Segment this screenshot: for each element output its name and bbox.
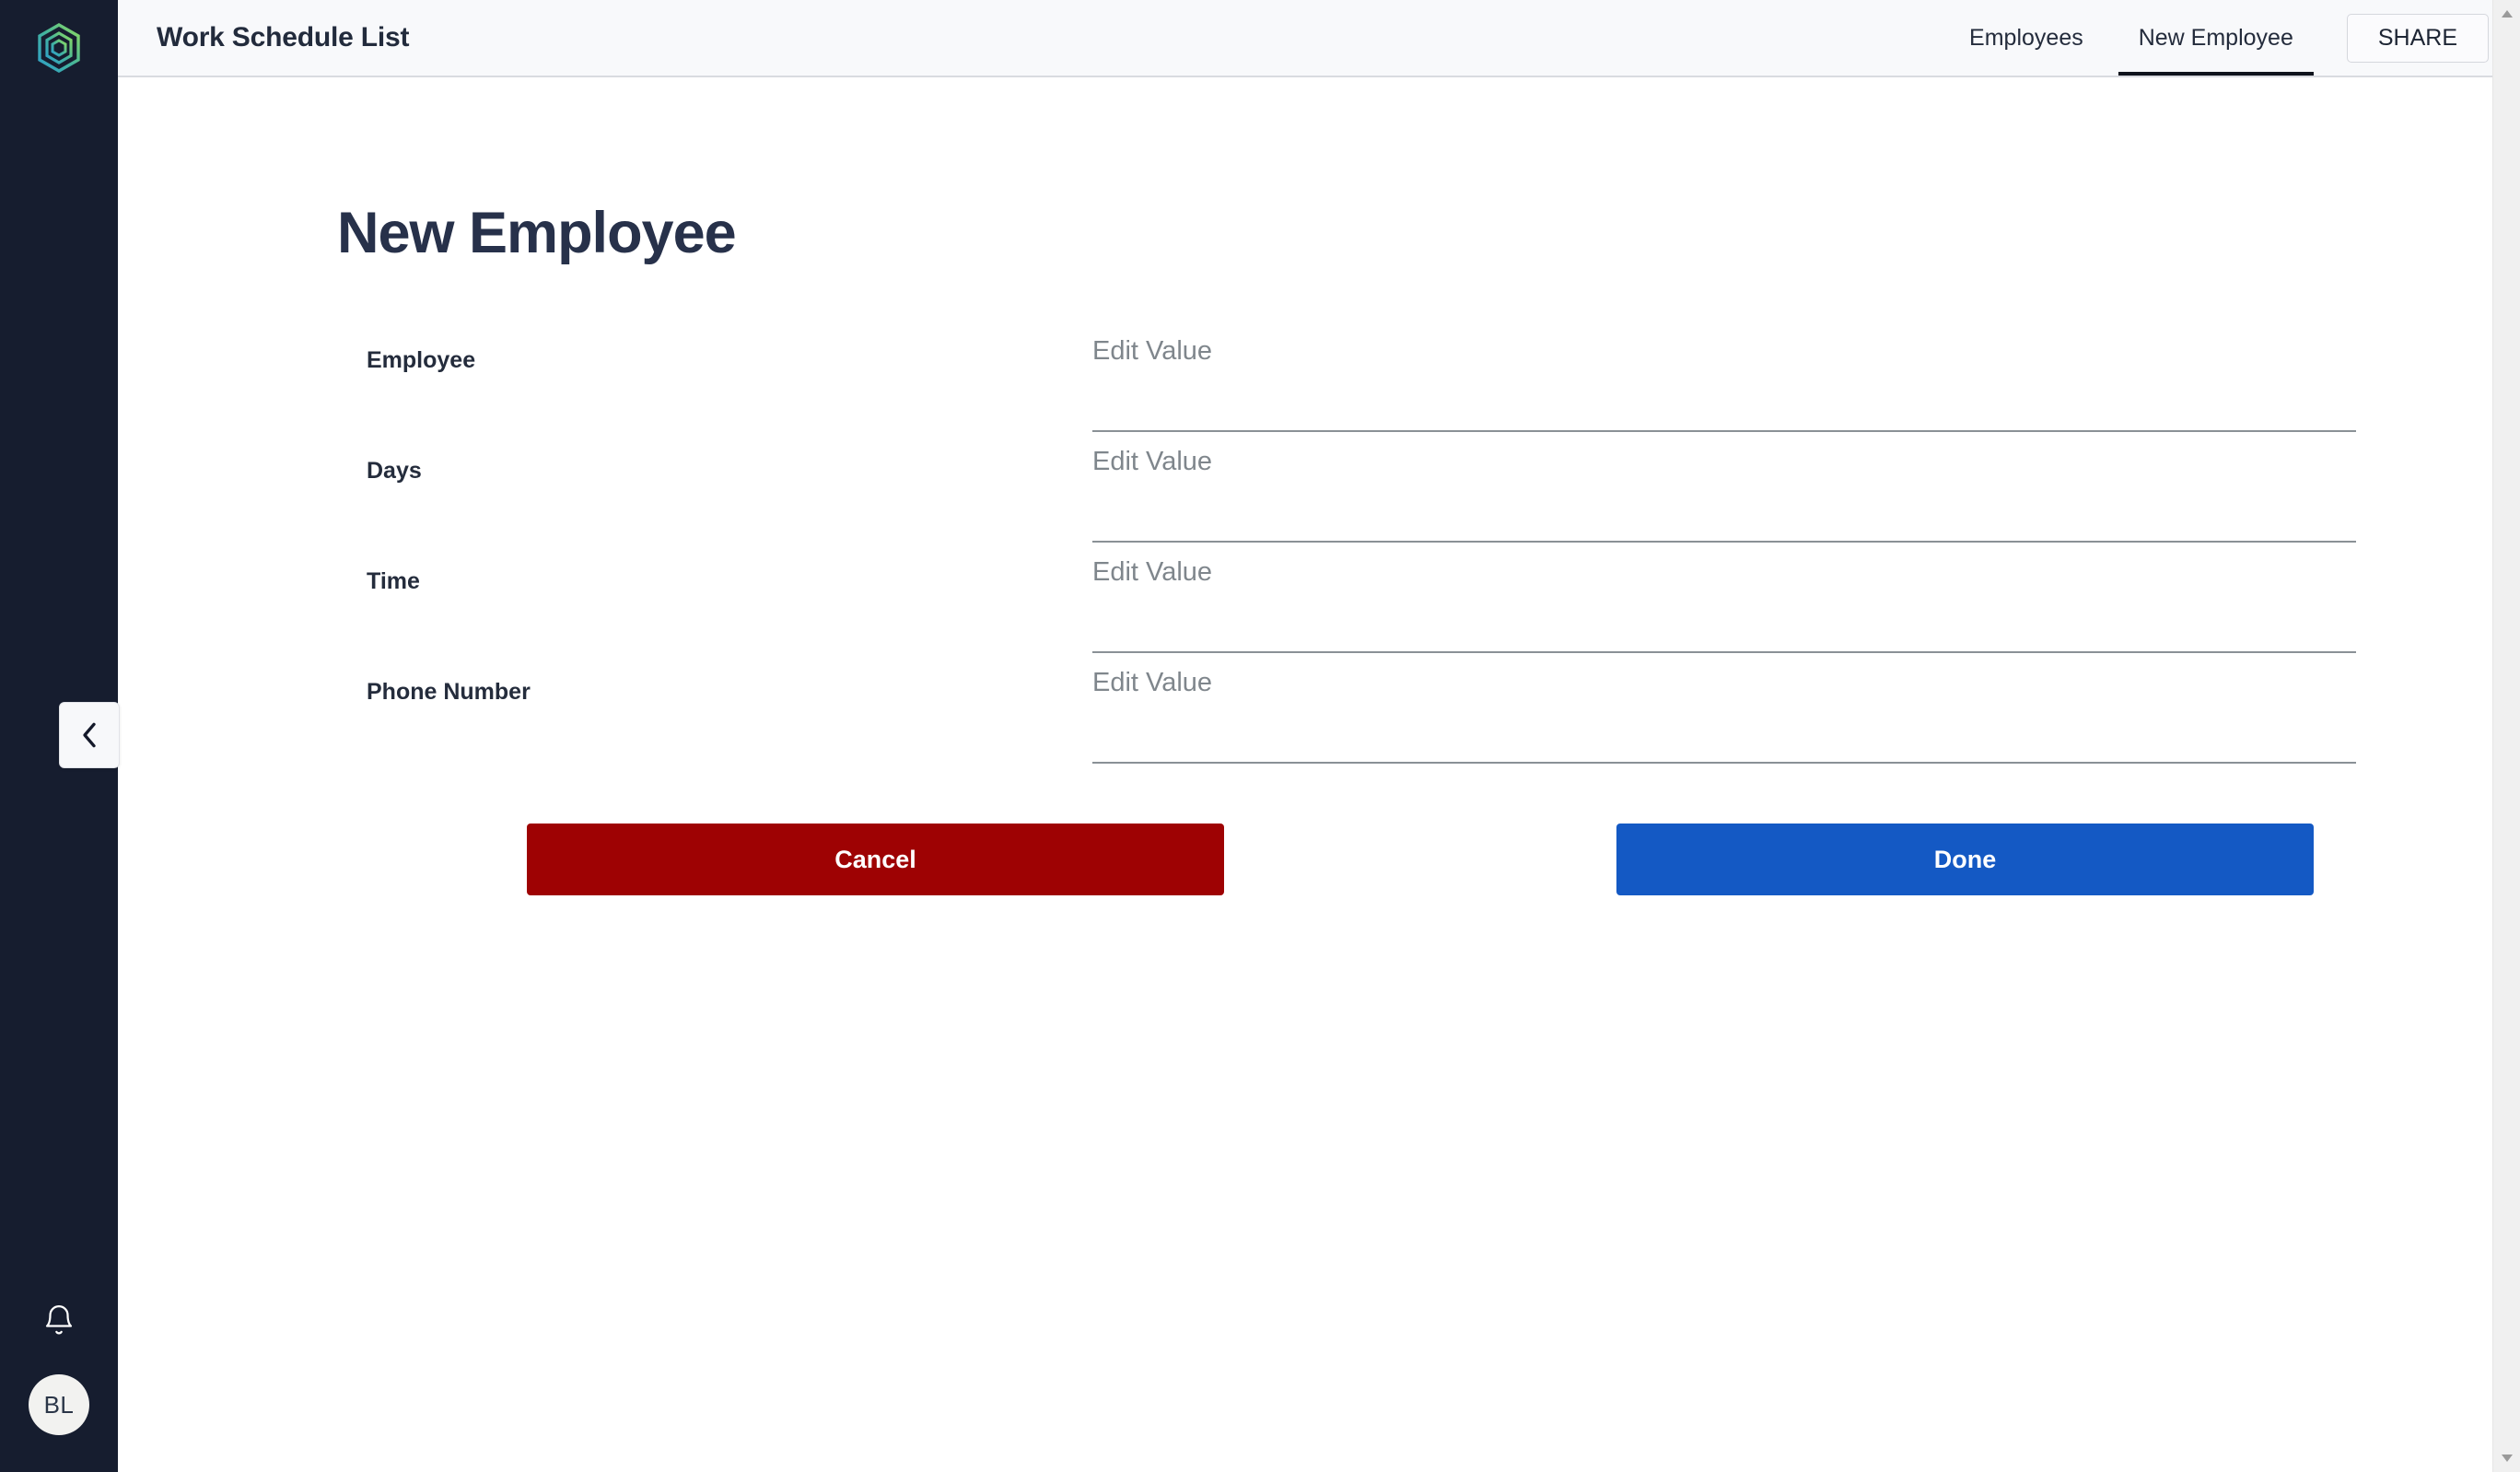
top-header: Work Schedule List Employees New Employe… bbox=[118, 0, 2520, 77]
new-employee-form: Employee Days Time bbox=[118, 321, 2520, 764]
main-panel: New Employee Employee Days Time bbox=[118, 77, 2520, 1472]
app-root: BL Work Schedule List Employees New Empl… bbox=[0, 0, 2520, 1472]
avatar[interactable]: BL bbox=[29, 1374, 89, 1435]
field-label-employee: Employee bbox=[367, 347, 476, 373]
triangle-down-icon bbox=[2501, 1454, 2513, 1462]
field-label-days: Days bbox=[367, 458, 422, 484]
days-input[interactable] bbox=[1092, 432, 2356, 477]
form-actions: Cancel Done bbox=[118, 824, 2520, 925]
field-input-days-wrap bbox=[1092, 432, 2356, 543]
tab-employees-label: Employees bbox=[1969, 24, 2083, 51]
field-row-days: Days bbox=[118, 432, 2520, 543]
tab-new-employee-label: New Employee bbox=[2138, 24, 2293, 51]
avatar-initials: BL bbox=[43, 1390, 75, 1419]
share-button[interactable]: SHARE bbox=[2346, 13, 2489, 63]
app-title: Work Schedule List bbox=[157, 22, 410, 53]
scrollbar-up-button[interactable] bbox=[2493, 0, 2520, 28]
triangle-up-icon bbox=[2501, 10, 2513, 18]
sidebar-collapse-button[interactable] bbox=[59, 702, 120, 768]
field-label-time: Time bbox=[367, 568, 420, 594]
app-logo[interactable] bbox=[28, 17, 90, 79]
bell-icon bbox=[45, 1305, 73, 1335]
cancel-button[interactable]: Cancel bbox=[527, 824, 1224, 895]
phone-number-input[interactable] bbox=[1092, 653, 2356, 698]
field-row-phone-number: Phone Number bbox=[118, 653, 2520, 764]
content-area: Work Schedule List Employees New Employe… bbox=[118, 0, 2520, 1472]
notifications-button[interactable] bbox=[29, 1291, 88, 1350]
hexagon-logo-icon bbox=[38, 23, 80, 73]
employee-input[interactable] bbox=[1092, 321, 2356, 367]
tab-employees[interactable]: Employees bbox=[1942, 0, 2111, 76]
share-button-wrap: SHARE bbox=[2321, 0, 2489, 76]
tab-new-employee[interactable]: New Employee bbox=[2111, 0, 2321, 76]
scrollbar-down-button[interactable] bbox=[2493, 1444, 2520, 1472]
field-label-phone-number: Phone Number bbox=[367, 679, 531, 705]
field-input-employee-wrap bbox=[1092, 321, 2356, 432]
page-title: New Employee bbox=[337, 201, 737, 265]
time-input[interactable] bbox=[1092, 543, 2356, 588]
field-row-employee: Employee bbox=[118, 321, 2520, 432]
left-rail: BL bbox=[0, 0, 120, 1472]
chevron-left-icon bbox=[83, 722, 96, 748]
header-tabs: Employees New Employee SHARE bbox=[1942, 0, 2489, 76]
field-row-time: Time bbox=[118, 543, 2520, 653]
done-button[interactable]: Done bbox=[1616, 824, 2314, 895]
page-scrollbar[interactable] bbox=[2492, 0, 2520, 1472]
field-input-time-wrap bbox=[1092, 543, 2356, 653]
field-input-phone-number-wrap bbox=[1092, 653, 2356, 764]
